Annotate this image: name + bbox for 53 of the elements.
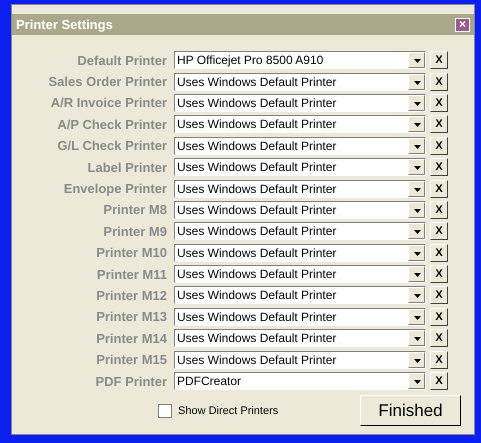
printer-label: Printer M11 bbox=[96, 266, 167, 282]
checkbox-label: Show Direct Printers bbox=[178, 404, 278, 416]
clear-button[interactable]: X bbox=[430, 265, 448, 284]
printer-dropdown[interactable]: Uses Windows Default Printer bbox=[174, 94, 426, 112]
clear-button[interactable]: X bbox=[430, 372, 448, 390]
printer-dropdown[interactable]: Uses Windows Default Printer bbox=[174, 158, 426, 176]
printer-dropdown[interactable]: Uses Windows Default Printer bbox=[174, 200, 426, 219]
clear-button[interactable]: X bbox=[430, 51, 448, 70]
clear-button[interactable]: X bbox=[430, 286, 448, 304]
clear-button[interactable]: X bbox=[430, 222, 448, 240]
clear-button[interactable]: X bbox=[430, 136, 448, 155]
clear-button[interactable]: X bbox=[430, 158, 448, 176]
printer-label: Printer M14 bbox=[95, 330, 167, 346]
clear-button[interactable]: X bbox=[430, 308, 448, 326]
printer-dropdown[interactable]: Uses Windows Default Printer bbox=[174, 244, 426, 262]
printer-label: Envelope Printer bbox=[62, 181, 167, 196]
printer-label: A/P Check Printer bbox=[56, 116, 167, 132]
printer-label: Printer M10 bbox=[95, 245, 167, 260]
printer-label: A/R Invoice Printer bbox=[50, 95, 167, 110]
printer-dropdown[interactable]: Uses Windows Default Printer bbox=[174, 222, 426, 240]
printer-label: Sales Order Printer bbox=[48, 74, 167, 90]
printer-dropdown[interactable]: Uses Windows Default Printer bbox=[174, 72, 426, 91]
clear-button[interactable]: X bbox=[430, 72, 448, 91]
printer-dropdown[interactable]: Uses Windows Default Printer bbox=[174, 308, 426, 326]
printer-label: Printer M15 bbox=[95, 352, 167, 368]
checkbox[interactable] bbox=[158, 404, 172, 418]
printer-dropdown[interactable]: PDFCreator bbox=[174, 372, 426, 390]
printer-dropdown[interactable]: Uses Windows Default Printer bbox=[174, 350, 426, 369]
clear-button[interactable]: X bbox=[430, 200, 448, 219]
printer-label: PDF Printer bbox=[94, 374, 167, 389]
printer-label: Printer M13 bbox=[95, 309, 167, 324]
printer-dropdown[interactable]: Uses Windows Default Printer bbox=[174, 286, 426, 304]
printer-label: Printer M9 bbox=[102, 224, 167, 239]
printer-dropdown[interactable]: Uses Windows Default Printer bbox=[174, 180, 426, 198]
clear-button[interactable]: X bbox=[430, 94, 448, 112]
printer-dropdown[interactable]: Uses Windows Default Printer bbox=[174, 265, 426, 284]
printer-dropdown[interactable]: HP Officejet Pro 8500 A910 bbox=[174, 51, 426, 70]
clear-button[interactable]: X bbox=[430, 350, 448, 369]
clear-button[interactable]: X bbox=[430, 115, 448, 134]
printer-dropdown[interactable]: Uses Windows Default Printer bbox=[174, 136, 426, 155]
clear-button[interactable]: X bbox=[430, 329, 448, 348]
printer-dropdown[interactable]: Uses Windows Default Printer bbox=[174, 329, 426, 348]
printer-label: Default Printer bbox=[76, 52, 167, 68]
printer-dropdown[interactable]: Uses Windows Default Printer bbox=[174, 115, 426, 134]
printer-label: Printer M12 bbox=[95, 288, 167, 303]
printer-label: G/L Check Printer bbox=[56, 138, 167, 154]
close-button[interactable]: × bbox=[455, 18, 470, 32]
window-title: Printer Settings bbox=[16, 17, 113, 32]
printer-label: Label Printer bbox=[86, 160, 167, 175]
printer-label: Printer M8 bbox=[102, 202, 167, 218]
clear-button[interactable]: X bbox=[430, 244, 448, 262]
finished-button[interactable]: Finished bbox=[360, 395, 461, 426]
clear-button[interactable]: X bbox=[430, 180, 448, 198]
